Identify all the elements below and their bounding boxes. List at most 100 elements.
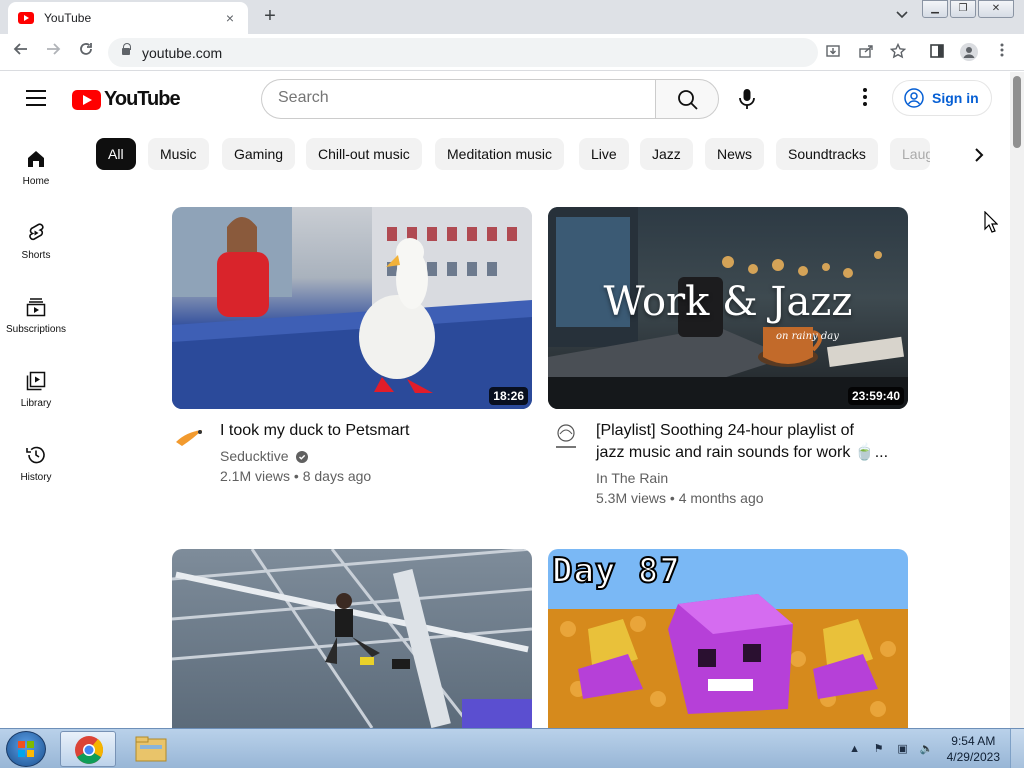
search-input[interactable] <box>278 89 638 107</box>
chip-live[interactable]: Live <box>579 138 629 170</box>
tab-title: YouTube <box>44 11 92 25</box>
bookmark-star-icon[interactable] <box>889 42 907 61</box>
voice-search-button[interactable] <box>732 84 762 114</box>
sidebar-item-home[interactable]: Home <box>0 148 72 187</box>
clock-time: 9:54 AM <box>951 734 996 748</box>
search-box[interactable] <box>261 79 656 119</box>
video-thumbnail[interactable]: Work & Jazz on rainy day 23:59:40 <box>548 207 908 409</box>
mouse-cursor-icon <box>984 211 998 233</box>
dunk-thumbnail-art <box>172 549 532 728</box>
sidebar-item-library[interactable]: Library <box>0 370 72 409</box>
subscriptions-icon <box>26 298 46 317</box>
chip-chill-out-music[interactable]: Chill-out music <box>306 138 422 170</box>
channel-avatar[interactable] <box>172 420 208 456</box>
youtube-favicon-icon <box>18 12 34 24</box>
chip-music[interactable]: Music <box>148 138 209 170</box>
settings-more-icon[interactable] <box>852 86 878 112</box>
forward-arrow-icon[interactable] <box>42 41 64 63</box>
sidebar-label-library: Library <box>20 398 52 409</box>
start-button[interactable] <box>6 731 46 767</box>
search-icon <box>678 90 698 110</box>
browser-titlebar: YouTube × + ▁ ❐ ✕ <box>0 0 1024 34</box>
chrome-icon <box>75 736 104 764</box>
channel-name[interactable]: Seducktive <box>220 448 309 464</box>
guide-menu-icon[interactable] <box>26 90 46 106</box>
video-thumbnail[interactable]: Day 87 <box>548 549 908 728</box>
browser-tab[interactable]: YouTube × <box>8 2 248 34</box>
video-title-line-1[interactable]: [Playlist] Soothing 24-hour playlist of <box>596 420 896 442</box>
profile-avatar-icon[interactable] <box>960 43 978 61</box>
video-title-line-2[interactable]: jazz music and rain sounds for work 🍵... <box>596 442 896 464</box>
show-desktop-button[interactable] <box>1010 729 1024 768</box>
windows-taskbar: ▲ ⚑ ▣ 🔈 9:54 AM 4/29/2023 <box>0 728 1024 768</box>
thumbnail-subtitle-text: on rainy day <box>776 331 839 342</box>
sidebar-label-subscriptions: Subscriptions <box>5 324 67 335</box>
address-bar[interactable]: youtube.com <box>108 38 818 67</box>
sign-in-label: Sign in <box>932 90 979 106</box>
taskbar-clock[interactable]: 9:54 AM 4/29/2023 <box>947 733 1000 765</box>
chips-next-chevron-icon[interactable] <box>966 142 992 168</box>
scrollbar-thumb[interactable] <box>1013 76 1021 148</box>
taskbar-chrome[interactable] <box>60 731 116 767</box>
sign-in-button[interactable]: Sign in <box>892 80 992 116</box>
library-icon <box>26 371 46 391</box>
youtube-play-icon <box>72 89 101 110</box>
duck-thumbnail-art <box>172 207 532 409</box>
video-thumbnail[interactable]: 18:26 <box>172 207 532 409</box>
sidebar-item-shorts[interactable]: Shorts <box>0 222 72 261</box>
search-button[interactable] <box>655 79 719 119</box>
windows-logo-icon <box>18 741 34 757</box>
youtube-logo[interactable]: YouTube <box>72 88 181 111</box>
install-app-icon[interactable] <box>824 43 842 61</box>
browser-toolbar: youtube.com <box>0 34 1024 71</box>
restore-button[interactable]: ❐ <box>950 0 976 18</box>
volume-muted-icon[interactable]: 🔈 <box>919 741 935 757</box>
taskbar-file-explorer[interactable] <box>122 731 178 767</box>
window-controls: ▁ ❐ ✕ <box>920 0 1014 18</box>
minimize-button[interactable]: ▁ <box>922 0 948 18</box>
sidebar-label-shorts: Shorts <box>21 250 51 261</box>
reload-icon[interactable] <box>75 41 97 63</box>
folder-icon <box>135 736 167 762</box>
sidebar-label-home: Home <box>22 176 50 187</box>
side-panel-icon[interactable] <box>928 43 946 61</box>
channel-name-text[interactable]: Seducktive <box>220 448 288 464</box>
chip-news[interactable]: News <box>705 138 765 170</box>
chip-all[interactable]: All <box>96 138 136 170</box>
history-icon <box>26 446 45 464</box>
system-tray: ▲ ⚑ ▣ 🔈 9:54 AM 4/29/2023 <box>839 729 1024 768</box>
tab-search-chevron-icon[interactable] <box>896 8 908 22</box>
home-icon <box>28 151 44 167</box>
shorts-icon <box>29 223 44 241</box>
chip-jazz[interactable]: Jazz <box>640 138 693 170</box>
video-thumbnail[interactable] <box>172 549 532 728</box>
page-scrollbar[interactable] <box>1010 72 1024 728</box>
video-title[interactable]: I took my duck to Petsmart <box>220 420 520 442</box>
show-hidden-icons-icon[interactable]: ▲ <box>847 741 863 757</box>
new-tab-button[interactable]: + <box>258 5 282 29</box>
sidebar-item-subscriptions[interactable]: Subscriptions <box>0 296 72 335</box>
channel-name[interactable]: In The Rain <box>596 470 668 486</box>
sidebar-item-history[interactable]: History <box>0 444 72 483</box>
browser-menu-icon[interactable] <box>993 43 1011 61</box>
url-text[interactable]: youtube.com <box>142 45 222 61</box>
microphone-icon <box>739 89 755 109</box>
channel-avatar[interactable] <box>548 420 584 456</box>
chip-meditation-music[interactable]: Meditation music <box>435 138 565 170</box>
video-duration: 18:26 <box>489 387 528 405</box>
clock-date: 4/29/2023 <box>946 750 1000 764</box>
thumbnail-title-text: Work & Jazz <box>603 279 853 325</box>
network-icon[interactable]: ▣ <box>895 741 911 757</box>
lock-icon[interactable] <box>122 43 131 57</box>
action-center-flag-icon[interactable]: ⚑ <box>871 741 887 757</box>
thumbnail-title-text: Day 87 <box>551 550 681 592</box>
tab-close-icon[interactable]: × <box>222 10 238 26</box>
account-circle-icon <box>904 88 924 108</box>
chip-laugh[interactable]: Laugh <box>890 138 930 170</box>
video-title[interactable]: [Playlist] Soothing 24-hour playlist of … <box>596 420 896 464</box>
back-arrow-icon[interactable] <box>10 41 32 63</box>
share-icon[interactable] <box>857 43 875 61</box>
chip-gaming[interactable]: Gaming <box>222 138 296 170</box>
chip-soundtracks[interactable]: Soundtracks <box>776 138 878 170</box>
close-window-button[interactable]: ✕ <box>978 0 1014 18</box>
